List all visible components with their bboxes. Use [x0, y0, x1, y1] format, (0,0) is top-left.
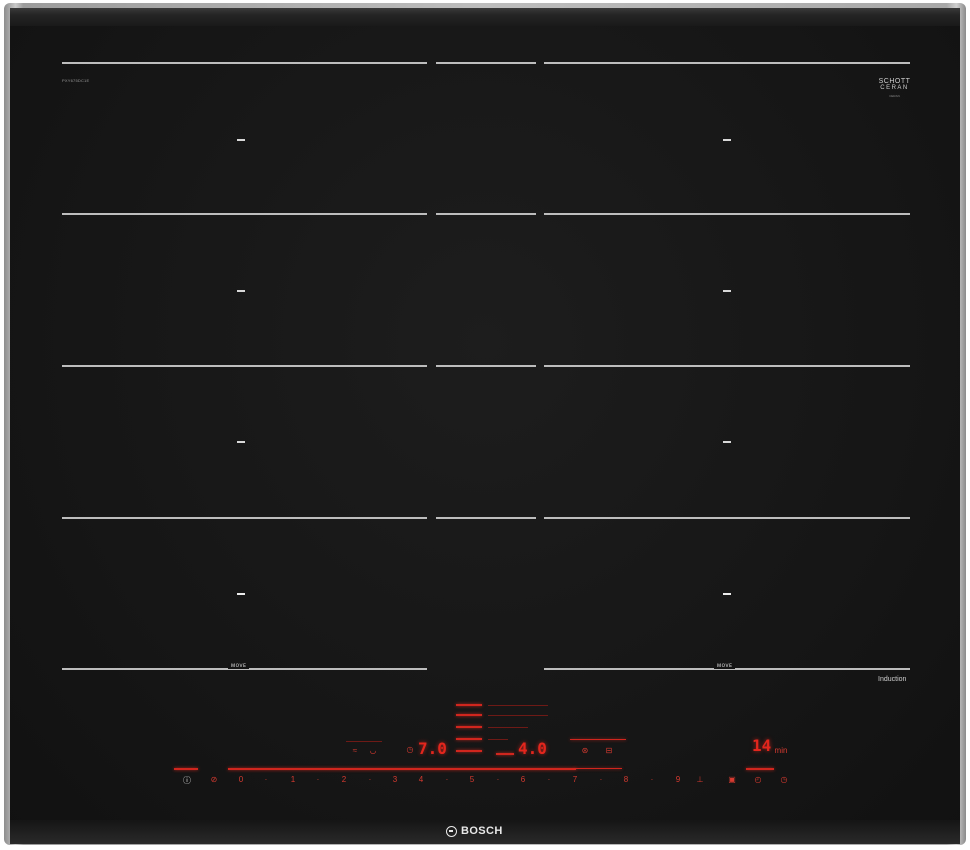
- zone-center-mark: [723, 441, 731, 443]
- power-level-5[interactable]: 5: [465, 775, 479, 784]
- zone-marking-line: [436, 517, 536, 519]
- power-level-dot[interactable]: ·: [259, 775, 273, 784]
- power-level-6[interactable]: 6: [516, 775, 530, 784]
- power-level-3[interactable]: 3: [388, 775, 402, 784]
- power-level-4[interactable]: 4: [414, 775, 428, 784]
- power-level-dot[interactable]: ·: [542, 775, 556, 784]
- left-zone-display: 7.0: [418, 739, 447, 758]
- power-level-0[interactable]: 0: [234, 775, 248, 784]
- move-label-left: ᴍᴏᴠᴇ: [228, 663, 250, 669]
- child-lock-icon[interactable]: ⊘: [207, 775, 221, 784]
- model-code-print: PXY675DC1E: [62, 78, 90, 83]
- power-level-1[interactable]: 1: [286, 775, 300, 784]
- zone-center-mark: [237, 139, 245, 141]
- timer-slider-track[interactable]: [746, 768, 774, 770]
- zone-center-mark: [237, 593, 245, 595]
- zone-selector-bar[interactable]: [456, 738, 482, 740]
- power-level-dot[interactable]: ·: [440, 775, 454, 784]
- zone-center-mark: [237, 441, 245, 443]
- schott-ceran-logo: SCHOTT CERAN CERAN: [872, 78, 917, 100]
- zone-selector-bar[interactable]: [456, 704, 482, 706]
- schott-logo-line1: SCHOTT: [878, 78, 911, 85]
- power-icon[interactable]: ⓘ: [180, 775, 194, 786]
- zone-selector-dim-line: [488, 715, 548, 716]
- power-level-dot[interactable]: ·: [594, 775, 608, 784]
- zone-marking-line: [544, 213, 910, 215]
- boost-icon[interactable]: ⊥: [693, 775, 707, 784]
- zone-marking-line: [544, 517, 910, 519]
- zone-selector-dim-line: [488, 727, 528, 728]
- zone-marking-line: [62, 517, 427, 519]
- move-label-right: ᴍᴏᴠᴇ: [714, 663, 736, 669]
- induction-label: Induction: [878, 676, 907, 683]
- display-frame-line: [346, 741, 382, 742]
- schott-logo-line3: CERAN: [889, 94, 900, 98]
- bosch-brand-name: BOSCH: [461, 825, 503, 837]
- zone-selector-bar[interactable]: [456, 714, 482, 716]
- frying-sensor-icon[interactable]: ≈: [348, 746, 362, 755]
- zone-selector-bar[interactable]: [496, 753, 514, 755]
- schott-logo-line2: CERAN: [880, 85, 909, 91]
- power-level-dot[interactable]: ·: [645, 775, 659, 784]
- display-frame-line: [570, 739, 626, 740]
- zone-marking-line: [544, 365, 910, 367]
- zone-center-mark: [723, 593, 731, 595]
- power-slider-track[interactable]: [228, 768, 576, 770]
- power-level-dot[interactable]: ·: [363, 775, 377, 784]
- power-level-2[interactable]: 2: [337, 775, 351, 784]
- zone-center-mark: [723, 139, 731, 141]
- zone-selector-dim-line: [488, 739, 508, 740]
- zone-marking-line: [436, 62, 536, 64]
- zone-marking-line: [62, 213, 427, 215]
- power-level-dot[interactable]: ·: [491, 775, 505, 784]
- ceramic-glass-surface: PXY675DC1E SCHOTT CERAN CERAN ᴍᴏᴠᴇ ᴍᴏᴠᴇ …: [10, 8, 960, 844]
- zone-marking-line: [544, 62, 910, 64]
- clock-icon[interactable]: ◷: [777, 775, 791, 784]
- timer-unit: min: [774, 746, 788, 755]
- zone-selector-dim-line: [488, 705, 548, 706]
- zone-center-mark: [723, 290, 731, 292]
- power-level-9[interactable]: 9: [671, 775, 685, 784]
- clock-icon[interactable]: ◷: [403, 745, 417, 754]
- zone-selector-bar[interactable]: [456, 726, 482, 728]
- zone-center-mark: [237, 290, 245, 292]
- power-level-dot[interactable]: ·: [311, 775, 325, 784]
- bosch-logo-icon: [446, 825, 457, 837]
- power-slider-start[interactable]: [174, 768, 198, 770]
- power-slider-track-end[interactable]: [574, 768, 622, 769]
- zone-marking-line: [62, 365, 427, 367]
- power-level-8[interactable]: 8: [619, 775, 633, 784]
- zone-marking-line: [436, 213, 536, 215]
- zone-selector-bar[interactable]: [456, 750, 482, 752]
- bosch-brand: BOSCH: [446, 825, 503, 837]
- frying-sensor-icon[interactable]: ⊛: [578, 746, 592, 755]
- center-zone-display: 4.0: [518, 739, 547, 758]
- power-level-7[interactable]: 7: [568, 775, 582, 784]
- pan-icon[interactable]: ⊟: [602, 746, 616, 755]
- zone-marking-line: [62, 62, 427, 64]
- frying-sensor-icon[interactable]: ▣: [725, 775, 739, 784]
- frame-top-bevel: [10, 8, 960, 26]
- pan-icon[interactable]: ◡: [366, 746, 380, 755]
- zone-marking-line: [436, 365, 536, 367]
- timer-icon[interactable]: ◴: [751, 775, 765, 784]
- timer-display: 14: [752, 736, 772, 755]
